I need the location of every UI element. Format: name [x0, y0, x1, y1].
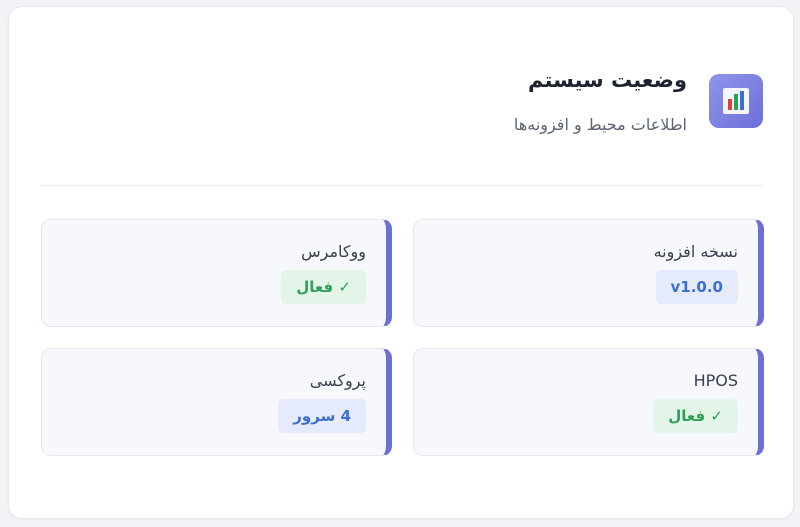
tile-label: ووکامرس [301, 242, 366, 261]
status-badge: ✓ فعال [281, 270, 366, 304]
info-tile-proxy: پروکسی 4 سرور [41, 348, 392, 456]
tile-label: پروکسی [309, 371, 366, 390]
status-badge: ✓ فعال [653, 399, 738, 433]
tile-label: HPOS [693, 371, 738, 390]
system-status-card: وضعیت سیستم اطلاعات محیط و افزونه‌ها نسخ… [8, 6, 794, 519]
header-text: وضعیت سیستم اطلاعات محیط و افزونه‌ها [514, 67, 687, 135]
card-header: وضعیت سیستم اطلاعات محیط و افزونه‌ها [514, 67, 763, 135]
info-tile-plugin-version: نسخه افزونه v1.0.0 [413, 219, 764, 327]
tile-label: نسخه افزونه [653, 242, 738, 261]
bar-chart-icon [709, 74, 763, 128]
version-badge: v1.0.0 [655, 270, 738, 304]
page-title: وضعیت سیستم [528, 68, 687, 92]
info-tile-woocommerce: ووکامرس ✓ فعال [41, 219, 392, 327]
info-tile-hpos: HPOS ✓ فعال [413, 348, 764, 456]
page-subtitle: اطلاعات محیط و افزونه‌ها [513, 115, 687, 134]
proxy-count-badge: 4 سرور [278, 399, 366, 433]
header-divider [41, 185, 763, 186]
